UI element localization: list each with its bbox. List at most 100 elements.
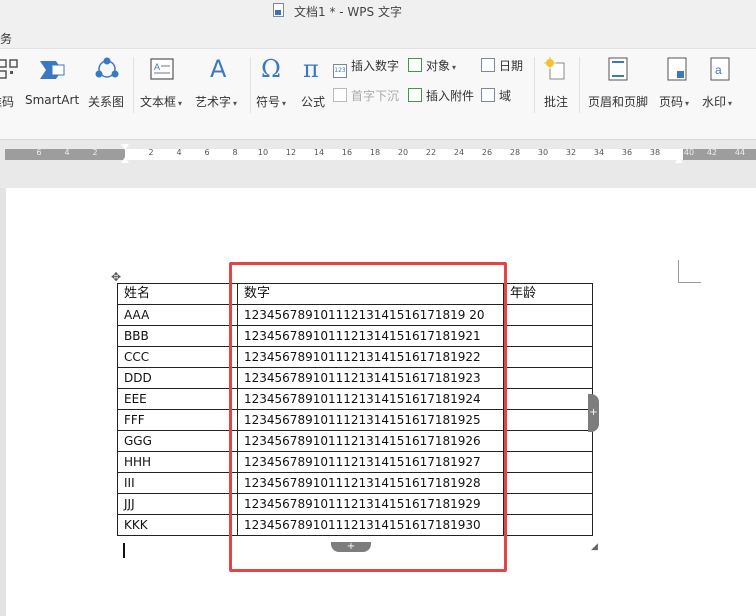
ruler-tick: 32 (565, 148, 577, 157)
field-icon (481, 88, 495, 102)
age-cell[interactable] (503, 367, 593, 389)
relation-diagram-icon (95, 57, 119, 78)
hanging-indent-marker[interactable] (121, 157, 129, 163)
ruler-tick: 4 (64, 148, 70, 157)
column-highlight-box (229, 262, 507, 572)
name-cell[interactable]: EEE (117, 388, 238, 410)
pi-formula-icon: π (303, 55, 319, 81)
name-cell[interactable]: DDD (117, 367, 238, 389)
page-number-icon (667, 57, 687, 81)
ruler-tick: 40 (683, 148, 695, 157)
ruler-tick: 4 (176, 148, 182, 157)
textbox-button[interactable]: A 文本框 ▾ (138, 55, 188, 125)
insert-attachment-button[interactable]: 插入附件 (408, 87, 474, 104)
age-cell[interactable] (503, 472, 593, 494)
plus-icon: + (346, 541, 356, 552)
ruler-tick: 28 (509, 148, 521, 157)
symbol-button[interactable]: Ω 符号 ▾ (254, 55, 294, 125)
object-icon (408, 58, 422, 72)
document-icon (273, 3, 284, 17)
ruler-tick: 2 (92, 148, 98, 157)
smartart-label: SmartArt (25, 93, 80, 107)
age-cell[interactable] (503, 430, 593, 452)
smartart-button[interactable]: SmartArt (22, 55, 82, 125)
field-button[interactable]: 域 (481, 87, 511, 104)
name-cell[interactable]: BBB (117, 325, 238, 347)
formula-button[interactable]: π 公式 (298, 55, 330, 125)
ruler-tick: 14 (313, 148, 325, 157)
age-cell[interactable] (503, 493, 593, 515)
name-cell[interactable]: CCC (117, 346, 238, 368)
ribbon-separator (579, 57, 580, 113)
ruler-tick: 34 (593, 148, 605, 157)
document-workspace: ✥ 姓名 数字 年龄 AAA 12345678910111213141516171… (0, 188, 756, 616)
ribbon-separator (133, 57, 134, 113)
qrcode-button[interactable]: 二维码 (0, 55, 18, 125)
watermark-label: 水印 ▾ (702, 95, 733, 109)
ribbon-toolbar: 二维码 SmartArt 关系图 A 文本框▾ A (0, 48, 756, 140)
text-cursor (123, 543, 125, 558)
ruler-tick: 2 (148, 148, 154, 157)
watermark-button[interactable]: a 水印 ▾ (700, 55, 744, 125)
ribbon-separator (534, 57, 535, 113)
document-page[interactable]: ✥ 姓名 数字 年龄 AAA 12345678910111213141516171… (6, 188, 756, 616)
ruler-tick: 24 (453, 148, 465, 157)
wordart-label: 艺术字 ▾ (195, 95, 238, 109)
name-cell[interactable]: III (117, 472, 238, 494)
textbox-icon: A (150, 58, 174, 80)
svg-text:π: π (303, 55, 319, 81)
horizontal-ruler[interactable]: 6 4 2 2 4 6 8 10 12 14 16 18 20 22 24 26… (5, 144, 756, 163)
age-cell[interactable] (503, 451, 593, 473)
drop-cap-button[interactable]: 首字下沉 (333, 87, 399, 104)
insert-number-button[interactable]: 123 插入数字 (333, 57, 399, 78)
wordart-button[interactable]: A 艺术字 ▾ (195, 55, 247, 125)
comment-button[interactable]: 批注 (540, 55, 574, 125)
ruler-tick: 6 (36, 148, 42, 157)
svg-text:Ω: Ω (261, 55, 281, 81)
wordart-icon: A (210, 55, 227, 81)
comment-label: 批注 (544, 95, 569, 109)
age-cell[interactable] (503, 325, 593, 347)
ruler-tick: 26 (481, 148, 493, 157)
header-cell-name[interactable]: 姓名 (117, 283, 238, 305)
ruler-tick: 44 (734, 148, 746, 157)
svg-text:A: A (210, 55, 227, 81)
ruler-tick: 36 (621, 148, 633, 157)
ruler-tick: 42 (706, 148, 718, 157)
date-button[interactable]: 日期 (481, 57, 523, 74)
age-cell[interactable] (503, 388, 593, 410)
qrcode-icon (0, 59, 18, 79)
header-footer-label: 页眉和页脚 (588, 95, 649, 109)
number-123-icon: 123 (333, 64, 347, 78)
attachment-icon (408, 88, 422, 102)
header-footer-button[interactable]: 页眉和页脚 (586, 55, 654, 125)
name-cell[interactable]: HHH (117, 451, 238, 473)
formula-label: 公式 (301, 95, 326, 109)
name-cell[interactable]: AAA (117, 304, 238, 326)
age-cell[interactable] (503, 514, 593, 536)
age-cell[interactable] (503, 304, 593, 326)
left-indent-marker[interactable] (121, 144, 129, 150)
menu-item-services[interactable]: 服务 (0, 30, 12, 47)
right-indent-marker[interactable] (675, 157, 683, 163)
relation-diagram-label: 关系图 (88, 95, 125, 109)
age-cell[interactable] (503, 409, 593, 431)
add-column-button[interactable]: + (588, 394, 599, 432)
name-cell[interactable]: GGG (117, 430, 238, 452)
name-cell[interactable]: JJJ (117, 493, 238, 515)
object-button[interactable]: 对象 ▾ (408, 57, 456, 74)
menu-bar: 服务 (0, 22, 756, 48)
name-cell[interactable]: KKK (117, 514, 238, 536)
ruler-area: 6 4 2 2 4 6 8 10 12 14 16 18 20 22 24 26… (0, 140, 756, 188)
header-cell-age[interactable]: 年龄 (503, 283, 593, 305)
page-number-button[interactable]: 页码 ▾ (657, 55, 697, 125)
add-row-button[interactable]: + (331, 542, 371, 552)
name-cell[interactable]: FFF (117, 409, 238, 431)
table-resize-handle[interactable]: ◢ (591, 542, 598, 552)
window-title: 文档1 * - WPS 文字 (294, 5, 402, 19)
ruler-tick: 8 (232, 148, 238, 157)
relation-diagram-button[interactable]: 关系图 (86, 55, 130, 125)
move-icon[interactable]: ✥ (109, 270, 123, 284)
qrcode-label: 二维码 (0, 95, 15, 109)
age-cell[interactable] (503, 346, 593, 368)
